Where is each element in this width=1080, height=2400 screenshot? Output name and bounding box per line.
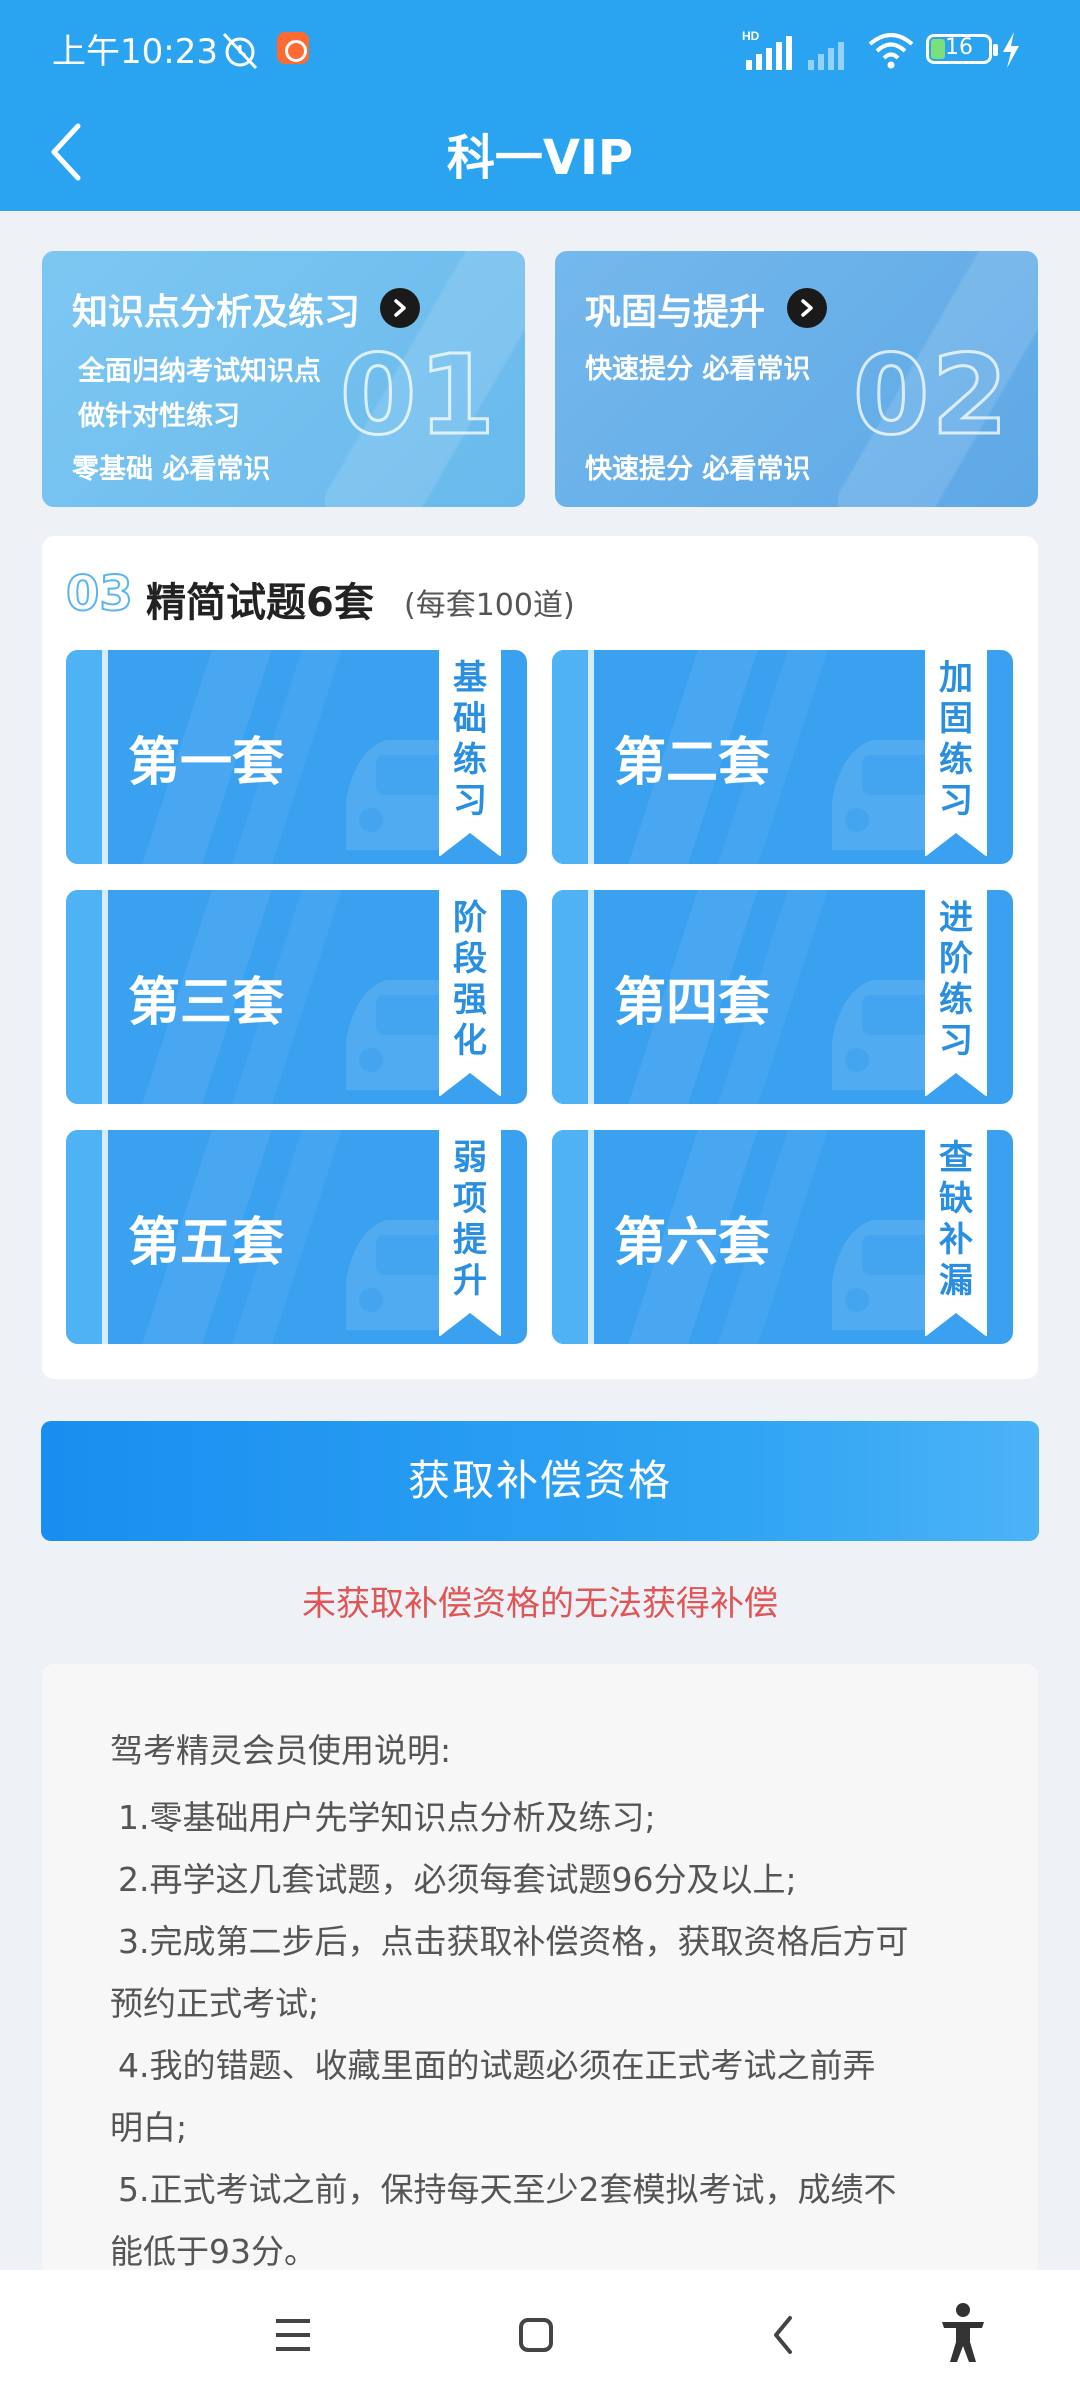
set-name: 第三套 (128, 973, 285, 1033)
set-tag-ribbon: 加固练习 (925, 650, 987, 857)
practice-set-tile[interactable]: 第三套 阶段强化 (66, 890, 527, 1104)
app-notification-icon (277, 32, 309, 64)
instructions-panel: 驾考精灵会员使用说明: 1.零基础用户先学知识点分析及练习; 2.再学这几套试题… (42, 1664, 1038, 2284)
header: 科一VIP (0, 100, 1080, 211)
battery-icon: 16 (926, 34, 998, 64)
top-bar: 上午10:23 HD 16 科一VIP (0, 0, 1080, 211)
set-tag: 基础练习 (453, 658, 487, 821)
instruction-item: 1.零基础用户先学知识点分析及练习; (118, 1798, 656, 1837)
set-name: 第四套 (614, 973, 771, 1033)
set-name: 第五套 (128, 1213, 285, 1273)
screen: 上午10:23 HD 16 科一VIP 01 知识点分析及练习 全面归纳考试知识… (0, 0, 1080, 2400)
card-line: 快速提分 必看常识 (585, 454, 811, 485)
set-tag: 加固练习 (939, 658, 973, 821)
practice-set-tile[interactable]: 第二套 加固练习 (552, 650, 1013, 864)
svg-text:HD: HD (742, 29, 760, 43)
instruction-item: 3.完成第二步后，点击获取补偿资格，获取资格后方可 (118, 1922, 909, 1961)
practice-set-tile[interactable]: 第五套 弱项提升 (66, 1130, 527, 1344)
instruction-item: 明白; (110, 2108, 188, 2147)
card-title: 巩固与提升 (585, 292, 766, 333)
set-name: 第六套 (614, 1213, 771, 1273)
set-tag: 弱项提升 (453, 1138, 487, 1301)
accessibility-icon[interactable] (936, 2270, 990, 2400)
practice-set-tile[interactable]: 第六套 查缺补漏 (552, 1130, 1013, 1344)
instructions-heading: 驾考精灵会员使用说明: (110, 1731, 452, 1770)
alarm-off-icon (222, 32, 258, 70)
card-number: 02 (851, 330, 1010, 461)
card-title: 知识点分析及练习 (72, 292, 361, 333)
set-name: 第一套 (128, 733, 285, 793)
status-time: 上午10:23 (52, 32, 218, 72)
set-tag: 阶段强化 (453, 898, 487, 1061)
charging-icon (1003, 32, 1019, 68)
get-compensation-button[interactable]: 获取补偿资格 (41, 1421, 1039, 1541)
menu-icon[interactable] (270, 2270, 316, 2400)
wifi-icon (868, 33, 914, 69)
card-number: 01 (338, 330, 497, 461)
practice-set-tile[interactable]: 第一套 基础练习 (66, 650, 527, 864)
set-tag: 进阶练习 (939, 898, 973, 1061)
system-nav-bar (0, 2270, 1080, 2400)
set-name: 第二套 (614, 733, 771, 793)
set-tag: 查缺补漏 (939, 1138, 973, 1301)
practice-set-tile[interactable]: 第四套 进阶练习 (552, 890, 1013, 1104)
set-tag-ribbon: 基础练习 (439, 650, 501, 857)
card-line: 零基础 必看常识 (72, 454, 271, 485)
card-line: 快速提分 必看常识 (585, 354, 811, 385)
instruction-item: 4.我的错题、收藏里面的试题必须在正式考试之前弄 (118, 2046, 876, 2085)
set-tag-ribbon: 弱项提升 (439, 1130, 501, 1337)
set-tag-ribbon: 阶段强化 (439, 890, 501, 1097)
instruction-item: 预约正式考试; (110, 1984, 320, 2023)
warning-text: 未获取补偿资格的无法获得补偿 (302, 1584, 778, 1624)
card-line: 全面归纳考试知识点 (78, 356, 321, 387)
section-title: 精简试题6套 (146, 580, 374, 626)
card-line: 做针对性练习 (78, 401, 240, 432)
signal-icon (808, 42, 844, 70)
card-consolidate[interactable]: 02 巩固与提升 快速提分 必看常识 快速提分 必看常识 (555, 251, 1038, 507)
section-number: 03 (65, 565, 134, 623)
arrow-right-icon (380, 288, 420, 328)
instruction-item: 2.再学这几套试题，必须每套试题96分及以上; (118, 1860, 797, 1899)
status-bar: 上午10:23 HD 16 (0, 0, 1080, 100)
back-icon[interactable] (766, 2270, 802, 2400)
page-title: 科一VIP (446, 130, 634, 186)
section-subtitle: (每套100道) (404, 588, 575, 623)
card-knowledge-analysis[interactable]: 01 知识点分析及练习 全面归纳考试知识点 做针对性练习 零基础 必看常识 (42, 251, 525, 507)
practice-sets-panel: 03 精简试题6套 (每套100道) 第一套 基础练习 第二套 加固练习第三套 阶段强化… (42, 536, 1038, 1379)
home-icon[interactable] (516, 2270, 556, 2400)
set-tag-ribbon: 进阶练习 (925, 890, 987, 1097)
set-tag-ribbon: 查缺补漏 (925, 1130, 987, 1337)
hd-signal-icon: HD (742, 29, 792, 70)
battery-level: 16 (945, 35, 973, 60)
instruction-item: 5.正式考试之前，保持每天至少2套模拟考试，成绩不 (118, 2170, 897, 2209)
arrow-right-icon (787, 288, 827, 328)
